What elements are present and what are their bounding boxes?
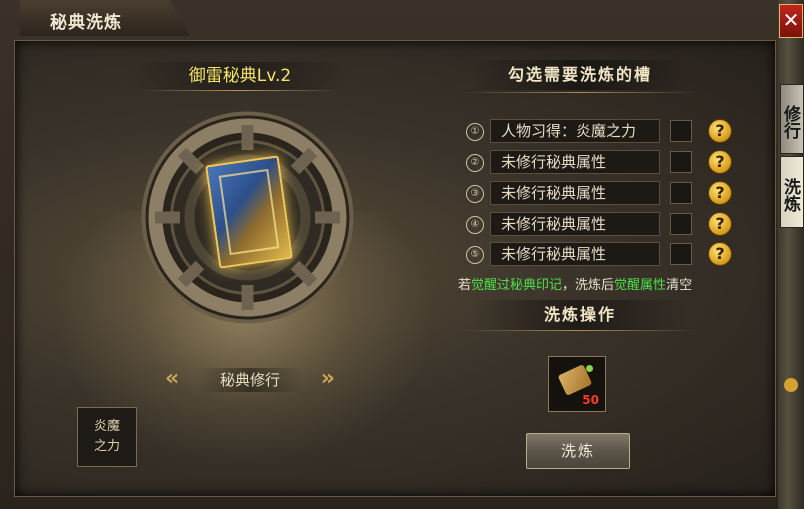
help-icon[interactable]: ?: [708, 212, 732, 236]
slot-attribute: 未修行秘典属性: [490, 181, 660, 205]
slot-number: ③: [466, 185, 484, 203]
window-title: 秘典洗炼: [50, 13, 122, 33]
skill-slot[interactable]: 炎魔 之力: [77, 407, 137, 467]
slot-number: ②: [466, 154, 484, 172]
right-strip: [778, 0, 804, 509]
help-icon[interactable]: ?: [708, 119, 732, 143]
heading-divider: [460, 92, 700, 93]
cultivate-label: 秘典修行: [197, 368, 303, 392]
slot-attribute: 未修行秘典属性: [490, 242, 660, 266]
heading-divider: [460, 330, 700, 331]
warning-text: 若: [458, 278, 472, 293]
operation-heading: 洗炼操作: [470, 300, 690, 330]
cultivate-button[interactable]: « 秘典修行 »: [165, 364, 335, 394]
double-right-arrow-icon: »: [320, 366, 335, 391]
slot-number: ④: [466, 216, 484, 234]
slot-number: ①: [466, 123, 484, 141]
slot-attribute: 未修行秘典属性: [490, 212, 660, 236]
skill-name-line2: 之力: [93, 439, 120, 454]
slot-checkbox[interactable]: [670, 120, 692, 142]
material-count: 50: [582, 393, 599, 407]
refine-button[interactable]: 洗炼: [526, 433, 630, 469]
side-tab-cultivate[interactable]: 修行: [780, 84, 804, 154]
slot-checkbox[interactable]: [670, 243, 692, 265]
double-left-arrow-icon: «: [165, 366, 180, 391]
awaken-warning: 若觉醒过秘典印记，洗炼后觉醒属性清空: [458, 274, 738, 293]
warning-highlight: 觉醒过秘典印记: [471, 278, 563, 293]
help-icon[interactable]: ?: [708, 150, 732, 174]
material-slot[interactable]: 50: [548, 356, 606, 412]
help-icon[interactable]: ?: [708, 242, 732, 266]
side-tab-refine[interactable]: 洗炼: [780, 156, 804, 228]
slot-attribute: 人物习得：炎魔之力: [490, 119, 660, 143]
book-title: 御雷秘典Lv.2: [130, 62, 350, 90]
skill-name-line1: 炎魔: [93, 419, 120, 434]
slot-checkbox[interactable]: [670, 213, 692, 235]
warning-text: ，洗炼后: [562, 278, 615, 293]
help-icon[interactable]: ?: [708, 181, 732, 205]
secret-book-image: [205, 155, 293, 269]
title-divider: [140, 90, 340, 91]
warning-text: 清空: [666, 278, 693, 293]
slot-number: ⑤: [466, 246, 484, 264]
warning-highlight: 觉醒属性: [614, 278, 667, 293]
select-slots-heading: 勾选需要洗炼的槽: [470, 60, 690, 90]
slot-checkbox[interactable]: [670, 182, 692, 204]
slot-checkbox[interactable]: [670, 151, 692, 173]
close-button[interactable]: ✕: [779, 4, 803, 38]
green-dot-icon: [586, 365, 593, 372]
slot-attribute: 未修行秘典属性: [490, 150, 660, 174]
side-decoration: [784, 378, 798, 392]
